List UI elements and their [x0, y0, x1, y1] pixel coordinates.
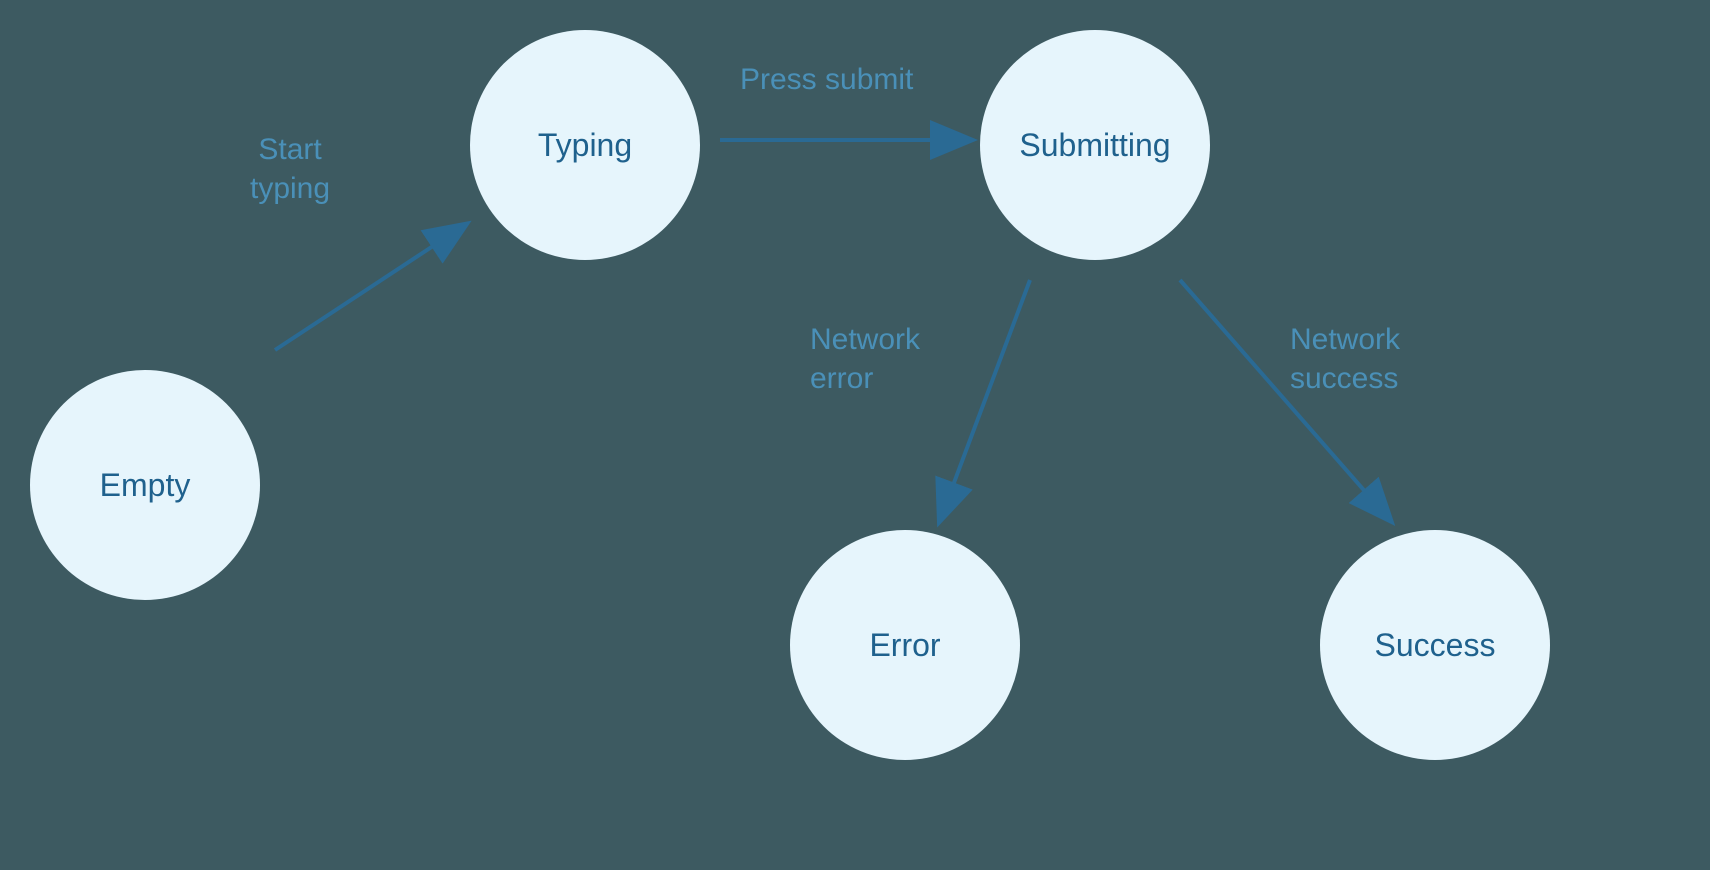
edge-label-line: Start [250, 130, 330, 169]
node-label: Typing [538, 127, 632, 164]
node-label: Error [869, 627, 940, 664]
edge-label-network-error: Network error [810, 320, 920, 398]
edge-label-line: Network [810, 320, 920, 359]
node-label: Submitting [1019, 127, 1170, 164]
node-typing: Typing [470, 30, 700, 260]
node-success: Success [1320, 530, 1550, 760]
node-empty: Empty [30, 370, 260, 600]
edge-label-network-success: Network success [1290, 320, 1400, 398]
edge-label-start-typing: Start typing [250, 130, 330, 208]
node-submitting: Submitting [980, 30, 1210, 260]
node-error: Error [790, 530, 1020, 760]
arrow-network-success [1180, 280, 1390, 520]
edge-label-press-submit: Press submit [740, 60, 913, 99]
edge-label-line: typing [250, 169, 330, 208]
node-label: Empty [100, 467, 191, 504]
edge-label-line: error [810, 359, 920, 398]
arrow-start-typing [275, 225, 465, 350]
arrow-network-error [940, 280, 1030, 520]
edge-label-line: Network [1290, 320, 1400, 359]
edge-label-line: success [1290, 359, 1400, 398]
node-label: Success [1375, 627, 1496, 664]
edge-label-line: Press submit [740, 63, 913, 96]
